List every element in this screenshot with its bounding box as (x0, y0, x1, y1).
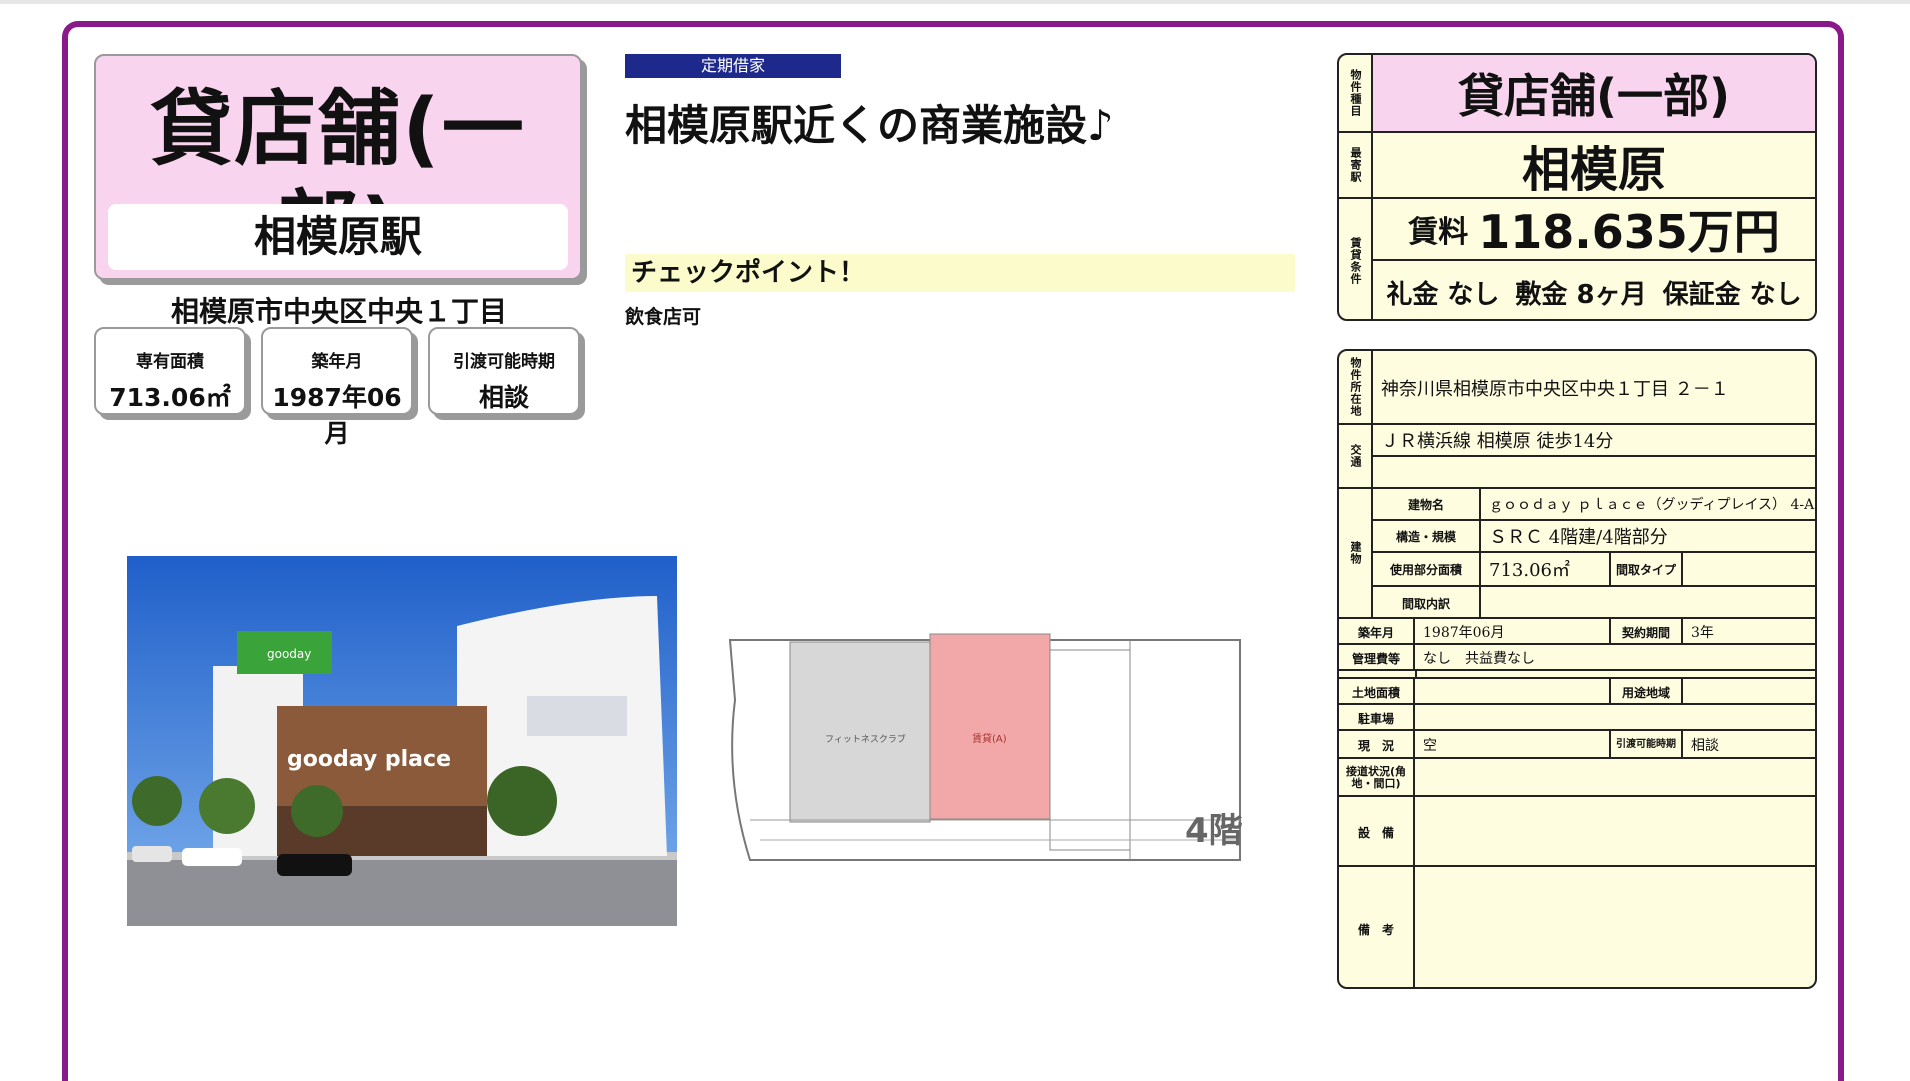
transport-value: ＪＲ横浜線 相模原 徒歩14分 (1373, 425, 1815, 457)
building-name-value: ｇｏｏｄａｙ ｐｌａｃｅ（グッディプレイス） 4-A (1489, 497, 1815, 513)
deposit: 敷金 8ヶ月 (1515, 279, 1647, 310)
info-value: 713.06㎡ (109, 383, 231, 412)
summary-row-terms: 賃貸条件 賃料 118.635万円 礼金 なし 敷金 8ヶ月 保証金 なし (1339, 199, 1815, 319)
rent-cell: 賃料 118.635万円 (1373, 199, 1815, 261)
info-box-area: 専有面積 713.06㎡ (94, 327, 246, 415)
floor-level-label: 4階 (1185, 811, 1243, 851)
structure-value: ＳＲＣ 4階建/4階部分 (1489, 527, 1668, 548)
property-type-card: 貸店舗(一部) 相模原駅 (94, 54, 582, 280)
summary-row-type: 物件種目 貸店舗(一部) (1339, 55, 1815, 133)
structure-label: 構造・規模 (1395, 529, 1456, 544)
summary-row-station: 最寄駅 相模原 (1339, 133, 1815, 199)
address-line: 相模原市中央区中央１丁目 (170, 295, 507, 328)
status-label: 現 況 (1339, 731, 1415, 759)
details-table: 物件所在地 神奈川県相模原市中央区中央１丁目 ２－１ 交通 ＪＲ横浜線 相模原 … (1337, 349, 1817, 989)
info-box-handover: 引渡可能時期 相談 (428, 327, 580, 415)
row-parking: 駐車場 (1339, 705, 1815, 731)
zoning-label: 用途地域 (1621, 685, 1670, 700)
info-box-built: 築年月 1987年06月 (261, 327, 413, 448)
location-label: 物件所在地 (1339, 351, 1373, 423)
parking-label: 駐車場 (1339, 705, 1415, 731)
row-road: 接道状況(角地・間口) (1339, 759, 1815, 797)
deposit-cell: 礼金 なし 敷金 8ヶ月 保証金 なし (1373, 261, 1815, 319)
terms-label: 賃貸条件 (1339, 199, 1373, 319)
location-value: 神奈川県相模原市中央区中央１丁目 ２－１ (1381, 379, 1729, 400)
checkpoint-text: 飲食店可 (625, 306, 702, 328)
row-fees: 管理費等 なし 共益費なし (1339, 645, 1815, 671)
rent-label: 賃料 (1408, 215, 1469, 250)
floor-room-label-2: 賃貸(A) (972, 732, 1007, 745)
layout-detail-label: 間取内訳 (1401, 596, 1450, 611)
info-label: 専有面積 (136, 352, 204, 372)
row-built: 築年月 1987年06月 契約期間 3年 (1339, 619, 1815, 645)
row-land: 土地面積 用途地域 (1339, 679, 1815, 705)
row-transport: 交通 ＪＲ横浜線 相模原 徒歩14分 (1339, 425, 1815, 489)
photo-sign-text: gooday place (287, 747, 451, 772)
summary-table: 物件種目 貸店舗(一部) 最寄駅 相模原 賃貸条件 賃料 118.635万円 礼… (1337, 53, 1817, 321)
info-label: 築年月 (311, 352, 363, 372)
station-label: 最寄駅 (1339, 133, 1373, 197)
guarantee: 保証金 なし (1662, 279, 1802, 310)
page-top-border (0, 0, 1910, 4)
catch-copy: 相模原駅近くの商業施設♪ (625, 101, 1114, 150)
fees-label: 管理費等 (1339, 645, 1415, 671)
row-equipment: 設 備 (1339, 797, 1815, 867)
row-remarks: 備 考 (1339, 867, 1815, 987)
built-value: 1987年06月 (1423, 625, 1505, 641)
building-name-label: 建物名 (1407, 497, 1444, 512)
rent-value: 118.635万円 (1478, 205, 1780, 259)
contract-value: 3年 (1691, 625, 1714, 641)
floor-plan: フィットネスクラブ 賃貸(A) 4階 (720, 620, 1275, 870)
land-label: 土地面積 (1339, 679, 1415, 705)
svg-text:gooday: gooday (267, 647, 311, 661)
status-value: 空 (1423, 738, 1437, 754)
contract-label: 契約期間 (1621, 625, 1670, 640)
summary-station: 相模原 (1521, 142, 1666, 198)
transport-label: 交通 (1339, 425, 1373, 487)
building-label: 建物 (1339, 489, 1373, 617)
info-value: 1987年06月 (272, 383, 402, 448)
handover-label: 引渡可能時期 (1616, 739, 1676, 750)
layout-type-label: 間取タイプ (1615, 562, 1676, 577)
station-name: 相模原駅 (108, 204, 568, 270)
building-photo: gooday gooday place (127, 556, 677, 926)
built-label: 築年月 (1339, 619, 1415, 645)
area-label: 使用部分面積 (1389, 562, 1462, 577)
type-label: 物件種目 (1339, 55, 1373, 131)
lease-type-badge: 定期借家 (625, 54, 841, 78)
handover-value: 相談 (1691, 738, 1719, 754)
area-value: 713.06㎡ (1489, 560, 1570, 581)
checkpoint-heading: チェックポイント！ (625, 254, 1295, 292)
info-value: 相談 (478, 383, 529, 412)
row-location: 物件所在地 神奈川県相模原市中央区中央１丁目 ２－１ (1339, 351, 1815, 425)
key-money: 礼金 なし (1386, 279, 1500, 310)
equipment-label: 設 備 (1339, 797, 1415, 867)
row-spacer (1339, 671, 1815, 679)
summary-type: 貸店舗(一部) (1373, 55, 1815, 131)
info-label: 引渡可能時期 (453, 352, 555, 372)
fees-value: なし 共益費なし (1423, 651, 1535, 667)
floor-room-label-1: フィットネスクラブ (825, 733, 906, 745)
row-status: 現 況 空 引渡可能時期 相談 (1339, 731, 1815, 759)
road-label: 接道状況(角地・間口) (1339, 759, 1415, 797)
row-building: 建物 建物名 ｇｏｏｄａｙ ｐｌａｃｅ（グッディプレイス） 4-A 構造・規模 … (1339, 489, 1815, 619)
remarks-label: 備 考 (1339, 867, 1415, 987)
